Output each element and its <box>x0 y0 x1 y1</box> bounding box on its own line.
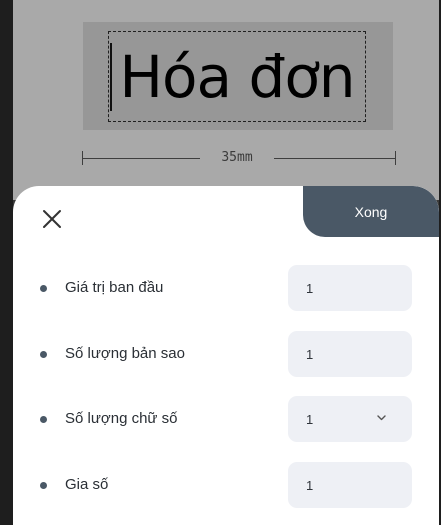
row-increment: Gia số 1 <box>13 462 439 508</box>
screen: Hóa đơn 35mm Xong Giá trị ban đầu 1 Số l… <box>0 0 441 525</box>
close-button[interactable] <box>39 206 65 232</box>
bullet-dot <box>40 416 47 423</box>
increment-input[interactable]: 1 <box>288 462 412 508</box>
text-cursor <box>110 43 112 111</box>
digit-count-value: 1 <box>306 411 314 427</box>
row-digit-count: Số lượng chữ số 1 <box>13 396 439 442</box>
ruler-tick-right <box>395 151 396 165</box>
start-value-input[interactable]: 1 <box>288 265 412 311</box>
done-button[interactable]: Xong <box>303 186 439 237</box>
start-value-label: Giá trị ban đầu <box>65 279 164 296</box>
increment-label: Gia số <box>65 476 109 493</box>
close-icon <box>43 210 61 228</box>
bullet-dot <box>40 482 47 489</box>
width-ruler: 35mm <box>82 148 396 168</box>
digit-count-label: Số lượng chữ số <box>65 410 178 427</box>
width-label: 35mm <box>221 150 253 165</box>
ruler-line-left <box>82 158 200 159</box>
copies-input[interactable]: 1 <box>288 331 412 377</box>
settings-sheet: Xong Giá trị ban đầu 1 Số lượng bản sao … <box>13 186 439 525</box>
digit-count-select[interactable]: 1 <box>288 396 412 442</box>
row-start-value: Giá trị ban đầu 1 <box>13 265 439 311</box>
row-copies: Số lượng bản sao 1 <box>13 331 439 377</box>
bullet-dot <box>40 285 47 292</box>
copies-label: Số lượng bản sao <box>65 345 185 362</box>
bullet-dot <box>40 351 47 358</box>
chevron-down-icon <box>377 415 386 421</box>
ruler-line-right <box>274 158 396 159</box>
frame-edge-left <box>0 0 13 525</box>
label-text[interactable]: Hóa đơn <box>108 31 366 122</box>
